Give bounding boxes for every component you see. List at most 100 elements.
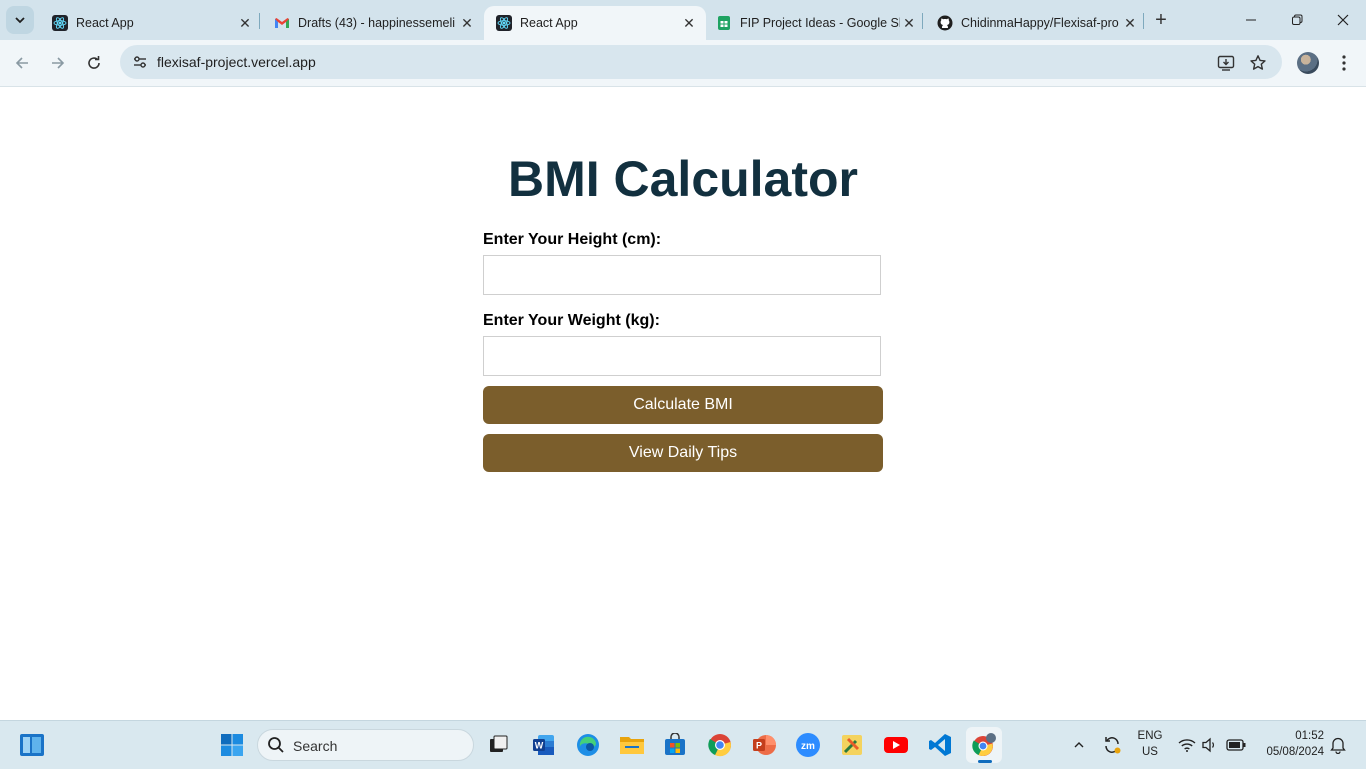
google-sheets-icon bbox=[716, 15, 732, 31]
file-explorer-app[interactable] bbox=[618, 731, 646, 759]
sync-icon bbox=[1105, 737, 1121, 754]
height-label: Enter Your Height (cm): bbox=[483, 231, 662, 248]
chevron-up-icon bbox=[1074, 742, 1084, 748]
install-app-button[interactable] bbox=[1215, 52, 1237, 74]
chrome-icon bbox=[708, 734, 731, 757]
clock-time[interactable]: 01:52 bbox=[1262, 730, 1324, 742]
widgets-button[interactable] bbox=[18, 731, 46, 759]
clock-date[interactable]: 05/08/2024 bbox=[1256, 746, 1324, 758]
youtube-app[interactable] bbox=[882, 731, 910, 759]
battery-status[interactable] bbox=[1224, 731, 1248, 759]
page-title: BMI Calculator bbox=[507, 151, 859, 207]
minimize-button[interactable] bbox=[1228, 0, 1274, 40]
wifi-icon bbox=[1178, 739, 1196, 752]
tab-title: Drafts (43) - happinessemeli bbox=[298, 16, 456, 30]
word-app[interactable]: W bbox=[530, 731, 558, 759]
tools-icon bbox=[842, 735, 862, 755]
tab-title: FIP Project Ideas - Google Sl bbox=[740, 16, 900, 30]
chrome-profile-icon bbox=[972, 733, 996, 756]
word-icon: W bbox=[533, 735, 554, 755]
tab-title: React App bbox=[520, 16, 578, 30]
language-indicator[interactable]: ENG bbox=[1136, 730, 1164, 742]
arrow-right-icon bbox=[52, 57, 65, 69]
active-app-indicator bbox=[978, 760, 992, 763]
svg-text:P: P bbox=[756, 741, 762, 751]
task-view-button[interactable] bbox=[484, 731, 512, 759]
chrome-profile-app[interactable] bbox=[966, 727, 1002, 763]
reload-icon bbox=[88, 56, 100, 69]
wifi-status[interactable] bbox=[1177, 731, 1197, 759]
tab-react-app-1[interactable]: React App ✕ bbox=[40, 6, 262, 40]
sync-tray-button[interactable] bbox=[1100, 731, 1124, 759]
notifications-button[interactable] bbox=[1328, 731, 1348, 759]
chrome-app[interactable] bbox=[706, 731, 734, 759]
url-text[interactable]: flexisaf-project.vercel.app bbox=[157, 54, 316, 70]
start-button[interactable] bbox=[218, 731, 246, 759]
minimize-icon bbox=[1246, 19, 1256, 21]
store-icon bbox=[665, 733, 685, 755]
restore-icon bbox=[1292, 14, 1303, 25]
new-tab-button[interactable]: + bbox=[1150, 9, 1172, 31]
tune-icon bbox=[134, 56, 146, 68]
tab-search-button[interactable] bbox=[6, 6, 34, 34]
region-indicator[interactable]: US bbox=[1136, 746, 1164, 758]
tab-title: React App bbox=[76, 16, 134, 30]
vscode-icon bbox=[929, 734, 951, 756]
plus-icon: + bbox=[1155, 8, 1167, 31]
store-app[interactable] bbox=[661, 731, 689, 759]
chevron-down-icon bbox=[15, 17, 25, 24]
bookmark-button[interactable] bbox=[1247, 52, 1269, 74]
browser-menu-button[interactable] bbox=[1334, 52, 1354, 74]
react-icon bbox=[52, 15, 68, 31]
vscode-app[interactable] bbox=[926, 731, 954, 759]
arrow-left-icon bbox=[15, 57, 28, 69]
tab-google-sheets[interactable]: FIP Project Ideas - Google Sl ✕ bbox=[704, 6, 926, 40]
zoom-app[interactable]: zm bbox=[794, 731, 822, 759]
search-icon bbox=[268, 737, 284, 753]
edge-icon bbox=[577, 734, 599, 756]
site-info-button[interactable] bbox=[126, 48, 154, 76]
close-icon[interactable]: ✕ bbox=[680, 14, 698, 32]
speaker-icon bbox=[1202, 737, 1215, 753]
view-daily-tips-button[interactable]: View Daily Tips bbox=[483, 434, 883, 472]
gmail-icon bbox=[274, 15, 290, 31]
bmi-form: Enter Your Height (cm): Enter Your Weigh… bbox=[483, 230, 883, 472]
tab-separator bbox=[259, 13, 260, 29]
weight-input[interactable] bbox=[483, 336, 881, 376]
forward-button[interactable] bbox=[43, 48, 73, 78]
profile-avatar[interactable] bbox=[1297, 52, 1319, 74]
tab-gmail-drafts[interactable]: Drafts (43) - happinessemeli ✕ bbox=[262, 6, 484, 40]
close-icon[interactable]: ✕ bbox=[1121, 14, 1139, 32]
svg-text:W: W bbox=[535, 741, 544, 751]
reload-button[interactable] bbox=[79, 48, 109, 78]
restore-button[interactable] bbox=[1274, 0, 1320, 40]
install-icon bbox=[1217, 55, 1235, 71]
zoom-icon: zm bbox=[796, 733, 820, 757]
close-window-button[interactable] bbox=[1320, 0, 1366, 40]
edge-app[interactable] bbox=[574, 731, 602, 759]
tab-separator bbox=[922, 13, 923, 29]
show-hidden-icons-button[interactable] bbox=[1068, 731, 1090, 759]
more-vert-icon bbox=[1342, 55, 1346, 71]
close-icon[interactable]: ✕ bbox=[900, 14, 918, 32]
tools-app[interactable] bbox=[838, 731, 866, 759]
tab-title: ChidinmaHappy/Flexisaf-pro bbox=[961, 16, 1119, 30]
star-icon bbox=[1250, 55, 1266, 70]
taskbar-search[interactable]: Search bbox=[257, 729, 474, 761]
file-explorer-icon bbox=[620, 737, 644, 754]
tab-github[interactable]: ChidinmaHappy/Flexisaf-pro ✕ bbox=[925, 6, 1147, 40]
tab-react-app-active[interactable]: React App ✕ bbox=[484, 6, 706, 40]
github-icon bbox=[937, 15, 953, 31]
close-icon[interactable]: ✕ bbox=[236, 14, 254, 32]
close-icon bbox=[1337, 14, 1349, 26]
height-input[interactable] bbox=[483, 255, 881, 295]
task-view-icon bbox=[490, 735, 508, 752]
bell-icon bbox=[1330, 737, 1346, 754]
volume-status[interactable] bbox=[1200, 731, 1220, 759]
back-button[interactable] bbox=[7, 48, 37, 78]
powerpoint-app[interactable]: P bbox=[750, 731, 778, 759]
calculate-bmi-button[interactable]: Calculate BMI bbox=[483, 386, 883, 424]
battery-icon bbox=[1226, 739, 1246, 751]
close-icon[interactable]: ✕ bbox=[458, 14, 476, 32]
address-bar[interactable]: flexisaf-project.vercel.app bbox=[120, 45, 1282, 79]
